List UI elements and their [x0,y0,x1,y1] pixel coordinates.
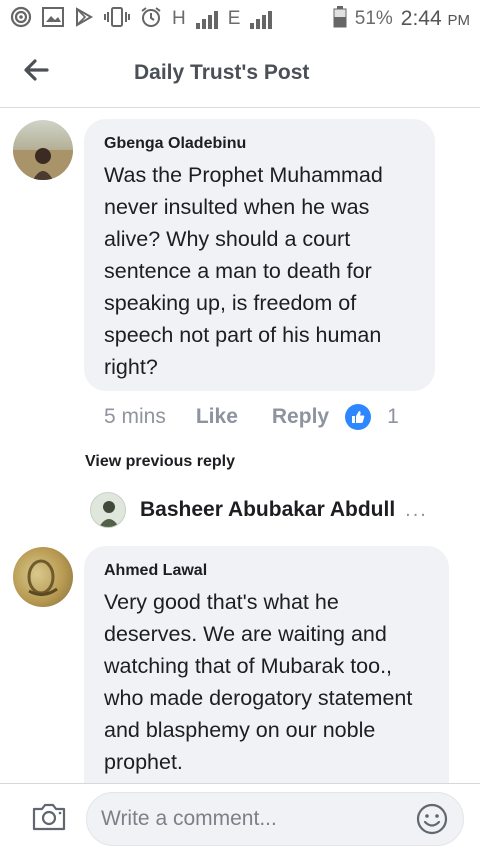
clock-time: 2:44 [400,7,442,30]
reply-avatar [90,492,126,528]
battery-icon [333,5,347,33]
like-button[interactable]: Like [196,405,238,429]
comment-bubble: Ahmed Lawal Very good that's what he des… [84,546,449,806]
status-bar: H E 51% 2:44 PM [0,0,480,38]
vibrate-icon [104,6,130,32]
smiley-icon[interactable] [413,800,451,838]
like-count: 1 [387,405,399,428]
reply-preview[interactable]: Basheer Abubakar Abdull ... [90,492,428,528]
comment-bubble: Gbenga Oladebinu Was the Prophet Muhamma… [84,119,435,391]
avatar[interactable] [13,547,73,607]
clock-ampm: PM [447,12,471,29]
comment-author[interactable]: Gbenga Oladebinu [104,135,415,153]
camera-icon [31,802,67,837]
clock: 2:44 PM [401,7,470,31]
avatar[interactable] [13,120,73,180]
reply-button[interactable]: Reply [272,405,329,429]
network-type-label-2: E [227,8,241,29]
comment-input[interactable] [101,807,413,831]
comment-text: Very good that's what he deserves. We ar… [104,590,413,774]
header: Daily Trust's Post [0,38,480,108]
wifi-hotspot-icon [10,6,32,33]
comment-text: Was the Prophet Muhammad never insulted … [104,163,383,379]
reply-author-name: Basheer Abubakar Abdull [140,498,396,521]
comment-actions: 5 mins Like Reply 1 [104,404,399,430]
view-previous-reply-link[interactable]: View previous reply [85,453,235,471]
play-store-icon [74,6,94,32]
signal-icon-2 [250,9,273,29]
camera-button[interactable] [20,789,78,849]
comment-timestamp: 5 mins [104,405,166,428]
comment-author[interactable]: Ahmed Lawal [104,562,429,580]
alarm-icon [140,6,162,33]
battery-percent: 51% [354,8,393,29]
thumbs-up-icon[interactable] [345,404,372,430]
image-icon [42,6,64,32]
more-icon: ... [405,498,428,521]
back-button[interactable] [0,38,72,108]
signal-icon [195,9,218,29]
network-type-label: H [172,8,186,29]
comment-input-wrapper [86,792,464,846]
page-title: Daily Trust's Post [134,60,310,84]
arrow-left-icon [23,59,49,86]
comment-composer [0,783,480,854]
